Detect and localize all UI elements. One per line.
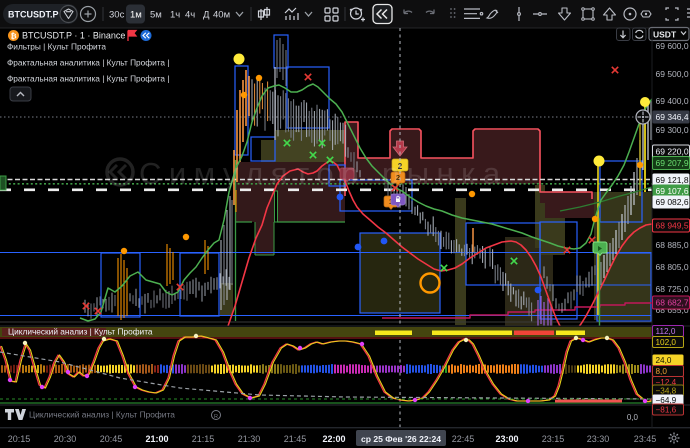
svg-text:102,0: 102,0 [656, 338, 677, 347]
svg-text:22:45: 22:45 [452, 434, 475, 444]
svg-text:24,0: 24,0 [656, 356, 672, 365]
svg-text:USDT: USDT [653, 30, 677, 40]
svg-text:8,0: 8,0 [656, 367, 668, 376]
svg-text:69 121,8: 69 121,8 [656, 175, 689, 185]
svg-text:21:30: 21:30 [238, 434, 261, 444]
svg-text:69 082,6: 69 082,6 [656, 197, 689, 207]
svg-text:112,0: 112,0 [656, 327, 676, 336]
svg-text:68 805,0: 68 805,0 [656, 262, 689, 272]
svg-text:69 400,0: 69 400,0 [656, 96, 689, 106]
svg-text:68 949,5: 68 949,5 [656, 221, 689, 231]
svg-text:68 885,0: 68 885,0 [656, 240, 689, 250]
svg-text:ср 25 Фев '26 22:24: ср 25 Фев '26 22:24 [361, 434, 441, 444]
svg-text:1ч: 1ч [170, 10, 180, 21]
svg-text:Циклический анализ | Культ Про: Циклический анализ | Культ Профита [8, 327, 153, 337]
svg-text:₿: ₿ [10, 32, 16, 41]
svg-text:20:15: 20:15 [8, 434, 31, 444]
svg-text:R: R [214, 414, 218, 420]
svg-text:22:00: 22:00 [322, 434, 345, 444]
svg-text:21:00: 21:00 [145, 434, 168, 444]
svg-text:BTCUSDT.P · 1 · Binance: BTCUSDT.P · 1 · Binance [22, 31, 125, 41]
svg-text:21:45: 21:45 [284, 434, 307, 444]
svg-text:BTCUSDT.P: BTCUSDT.P [8, 10, 59, 20]
svg-text:20:45: 20:45 [100, 434, 123, 444]
svg-text:5м: 5м [150, 10, 162, 21]
svg-text:23:15: 23:15 [542, 434, 565, 444]
svg-text:0,0: 0,0 [627, 413, 639, 422]
svg-text:Симулятор рынка: Симулятор рынка [139, 156, 508, 191]
svg-text:23:45: 23:45 [634, 434, 657, 444]
svg-text:−81,6: −81,6 [656, 406, 677, 415]
svg-text:Циклический анализ | Культ Про: Циклический анализ | Культ Профита [29, 410, 175, 420]
svg-text:30с: 30с [109, 10, 125, 21]
svg-text:1м: 1м [130, 10, 142, 21]
svg-text:Фрактальная аналитика | Культ: Фрактальная аналитика | Культ Профита | [7, 58, 170, 68]
svg-text:23:30: 23:30 [587, 434, 610, 444]
svg-text:21:15: 21:15 [192, 434, 215, 444]
svg-text:69 500,0: 69 500,0 [656, 69, 689, 79]
svg-text:Фрактальная аналитика | Культ: Фрактальная аналитика | Культ Профита | [7, 74, 170, 84]
svg-text:69 346,4: 69 346,4 [656, 112, 689, 122]
svg-text:4ч: 4ч [185, 10, 195, 21]
svg-text:Фильтры | Культ Профита: Фильтры | Культ Профита [7, 42, 106, 52]
svg-text:40м: 40м [213, 10, 230, 21]
svg-text:69 207,9: 69 207,9 [656, 158, 689, 168]
svg-text:69 220,0: 69 220,0 [656, 147, 689, 157]
svg-text:23:00: 23:00 [495, 434, 518, 444]
svg-text:20:30: 20:30 [54, 434, 77, 444]
svg-text:−34,8: −34,8 [656, 387, 677, 396]
svg-text:Д: Д [203, 10, 210, 21]
svg-text:69 600,0: 69 600,0 [656, 41, 689, 51]
svg-text:68 725,0: 68 725,0 [656, 284, 689, 294]
svg-text:69 107,6: 69 107,6 [656, 186, 689, 196]
svg-text:69 300,0: 69 300,0 [656, 125, 689, 135]
svg-text:68 682,7: 68 682,7 [656, 298, 689, 308]
